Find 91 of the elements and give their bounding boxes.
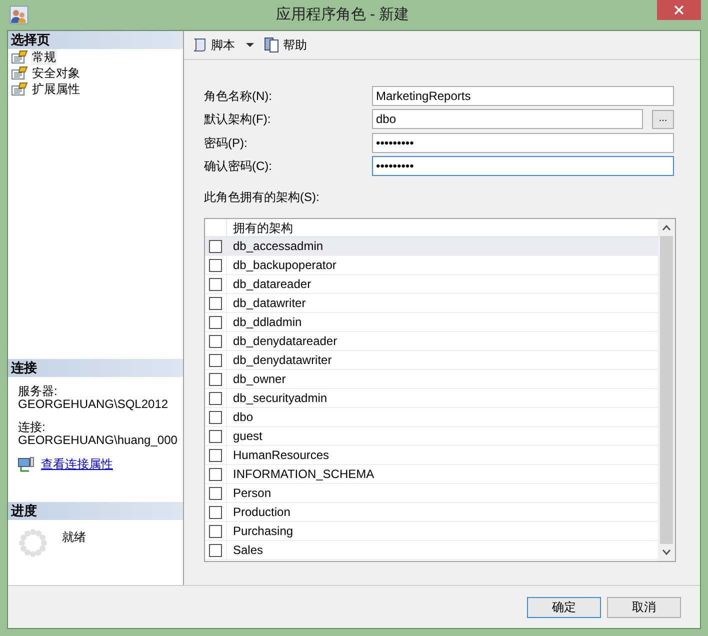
schema-row[interactable]: Production: [205, 503, 658, 522]
schema-name: db_backupoperator: [232, 257, 336, 274]
status-text: 就绪: [62, 529, 86, 546]
schema-row[interactable]: guest: [205, 427, 658, 446]
checkbox[interactable]: [209, 430, 222, 442]
browse-button[interactable]: ...: [652, 110, 674, 129]
schema-name: db_owner: [232, 371, 286, 388]
caret-icon: [244, 41, 256, 49]
scroll-icon: [192, 37, 208, 53]
section-header: 连接: [8, 359, 183, 377]
schemas-label: 此角色拥有的架构(S):: [204, 189, 320, 206]
ok-button[interactable]: 确定: [527, 596, 601, 618]
schema-row[interactable]: db_datareader: [205, 275, 658, 294]
field-label: 默认架构(F):: [204, 111, 272, 128]
section-header: 进度: [8, 502, 183, 520]
checkbox[interactable]: [209, 524, 222, 538]
schema-name: HumanResources: [232, 447, 330, 464]
schema-name: db_datawriter: [232, 295, 306, 312]
schema-row[interactable]: Person: [205, 484, 658, 503]
connection-name: GEORGEHUANG\huang_000: [18, 434, 178, 447]
checkbox[interactable]: [209, 296, 222, 310]
schema-row[interactable]: db_backupoperator: [205, 256, 658, 275]
schema-row[interactable]: Sales: [205, 541, 658, 560]
connection-label: 连接:: [18, 421, 46, 434]
window-title: 应用程序角色 - 新建: [274, 4, 410, 25]
checkbox[interactable]: [209, 506, 222, 518]
page-icon: [11, 66, 29, 80]
server-name: GEORGEHUANG\SQL2012: [18, 398, 168, 411]
schema-name: db_denydatareader: [232, 333, 338, 350]
schema-row[interactable]: db_owner: [205, 370, 658, 389]
checkbox[interactable]: [209, 258, 222, 272]
checkbox[interactable]: [209, 468, 222, 480]
document-icon: [264, 37, 280, 53]
close-icon: [674, 5, 684, 15]
schema-name: dbo: [232, 409, 254, 426]
checkbox[interactable]: [209, 240, 222, 252]
checkbox[interactable]: [209, 448, 222, 462]
schema-name: db_securityadmin: [232, 390, 328, 407]
schema-row[interactable]: db_denydatawriter: [205, 351, 658, 370]
people-icon: [10, 6, 28, 24]
input-field[interactable]: dbo: [372, 109, 643, 130]
script-button[interactable]: 脚本: [190, 34, 258, 56]
schema-name: Sales: [232, 542, 264, 559]
field-label: 确认密码(C):: [204, 158, 273, 176]
sidebar-item[interactable]: 安全对象: [31, 65, 81, 81]
sidebar-item[interactable]: 扩展属性: [31, 81, 81, 97]
schema-name: INFORMATION_SCHEMA: [232, 466, 374, 483]
checkbox[interactable]: [209, 486, 222, 500]
input-field[interactable]: •••••••••: [372, 156, 674, 176]
schema-name: db_datareader: [232, 276, 312, 293]
computer-icon: [18, 457, 35, 472]
spinner-icon: [18, 528, 48, 558]
schema-row[interactable]: INFORMATION_SCHEMA: [205, 465, 658, 484]
column-header: 拥有的架构: [232, 220, 293, 236]
schema-row[interactable]: db_accessadmin: [205, 237, 658, 256]
help-button[interactable]: 帮助: [262, 34, 309, 56]
checkbox[interactable]: [209, 410, 222, 424]
schema-row[interactable]: dbo: [205, 408, 658, 427]
sidebar-item[interactable]: 常规: [31, 49, 57, 65]
close-button[interactable]: [657, 0, 701, 20]
schema-name: db_denydatawriter: [232, 352, 332, 369]
checkbox[interactable]: [209, 316, 222, 328]
checkbox[interactable]: [209, 544, 222, 556]
input-field[interactable]: MarketingReports: [372, 86, 674, 106]
schema-row[interactable]: db_securityadmin: [205, 389, 658, 408]
field-label: 角色名称(N):: [204, 88, 273, 105]
schema-row[interactable]: db_denydatareader: [205, 332, 658, 351]
checkbox[interactable]: [209, 334, 222, 348]
schema-row[interactable]: db_datawriter: [205, 294, 658, 313]
connection-properties-link[interactable]: 查看连接属性: [41, 458, 113, 471]
page-icon: [11, 82, 29, 96]
server-label: 服务器:: [18, 385, 58, 398]
schema-row[interactable]: db_ddladmin: [205, 313, 658, 332]
checkbox[interactable]: [209, 278, 222, 290]
schema-row[interactable]: Purchasing: [205, 522, 658, 541]
schema-name: guest: [232, 428, 262, 445]
schema-name: Production: [232, 504, 290, 521]
schema-name: Person: [232, 485, 272, 502]
schema-row[interactable]: HumanResources: [205, 446, 658, 465]
field-label: 密码(P):: [204, 134, 248, 152]
cancel-button[interactable]: 取消: [607, 596, 681, 618]
schema-name: db_accessadmin: [232, 238, 324, 255]
schema-name: db_ddladmin: [232, 314, 302, 331]
checkbox[interactable]: [209, 354, 222, 366]
input-field[interactable]: •••••••••: [372, 132, 674, 153]
section-header: 选择页: [8, 31, 183, 49]
checkbox[interactable]: [209, 372, 222, 386]
scrollbar[interactable]: [658, 219, 675, 561]
checkbox[interactable]: [209, 392, 222, 404]
page-icon: [11, 50, 29, 64]
schema-name: Purchasing: [232, 523, 294, 540]
